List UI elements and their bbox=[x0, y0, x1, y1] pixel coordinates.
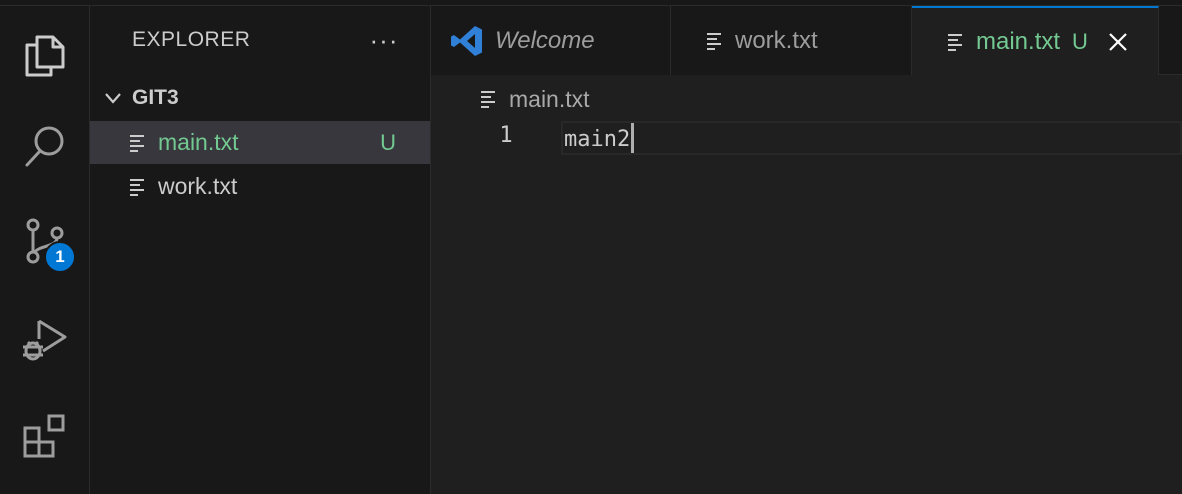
editor-area[interactable]: main.txt 1 main2 bbox=[431, 75, 1182, 494]
tab-label: main.txt bbox=[976, 28, 1061, 55]
editor-tab-bar: Welcome work.txt main.txt U bbox=[431, 6, 1182, 76]
extensions-icon bbox=[23, 414, 65, 458]
activity-source-control[interactable]: 1 bbox=[0, 196, 90, 286]
tab-label: Welcome bbox=[495, 26, 595, 54]
activity-extensions[interactable] bbox=[0, 391, 90, 481]
code-line[interactable]: main2 bbox=[564, 123, 635, 153]
line-number: 1 bbox=[499, 123, 513, 148]
source-control-badge: 1 bbox=[44, 241, 76, 273]
tab-welcome[interactable]: Welcome bbox=[431, 6, 671, 75]
breadcrumb[interactable]: main.txt bbox=[479, 85, 590, 113]
file-text-icon bbox=[481, 91, 495, 108]
current-line-highlight bbox=[561, 121, 1182, 155]
file-text-icon bbox=[707, 32, 721, 50]
text-cursor bbox=[631, 123, 635, 153]
file-name: work.txt bbox=[158, 173, 238, 199]
file-text-icon bbox=[948, 34, 962, 51]
activity-run-debug[interactable] bbox=[0, 294, 90, 384]
search-icon bbox=[25, 126, 64, 167]
sidebar-title: EXPLORER bbox=[132, 28, 251, 51]
run-debug-icon bbox=[23, 319, 67, 361]
activity-bar: 1 bbox=[0, 6, 90, 494]
explorer-sidebar: EXPLORER ··· GIT3 main.txt U work.txt bbox=[90, 6, 431, 494]
file-text-icon bbox=[130, 134, 144, 152]
tab-main-txt[interactable]: main.txt U bbox=[912, 6, 1159, 76]
git-status-badge: U bbox=[380, 129, 396, 155]
file-item-work-txt[interactable]: work.txt bbox=[90, 165, 430, 208]
activity-search[interactable] bbox=[0, 102, 90, 192]
file-item-main-txt[interactable]: main.txt U bbox=[90, 121, 430, 164]
workspace-title: GIT3 bbox=[132, 86, 179, 109]
more-actions-button[interactable]: ··· bbox=[366, 22, 402, 58]
code-text: main2 bbox=[564, 127, 631, 152]
breadcrumb-file: main.txt bbox=[509, 85, 590, 112]
files-icon bbox=[25, 35, 65, 77]
tab-label: work.txt bbox=[735, 26, 818, 54]
workspace-section-header[interactable]: GIT3 bbox=[90, 76, 430, 120]
file-name: main.txt bbox=[158, 129, 239, 155]
tab-work-txt[interactable]: work.txt bbox=[671, 6, 912, 75]
vscode-logo-icon bbox=[451, 25, 482, 56]
file-text-icon bbox=[130, 178, 144, 196]
chevron-down-icon bbox=[105, 93, 121, 104]
activity-explorer[interactable] bbox=[0, 10, 90, 100]
git-status-badge: U bbox=[1072, 29, 1088, 54]
close-icon[interactable] bbox=[1106, 30, 1130, 54]
